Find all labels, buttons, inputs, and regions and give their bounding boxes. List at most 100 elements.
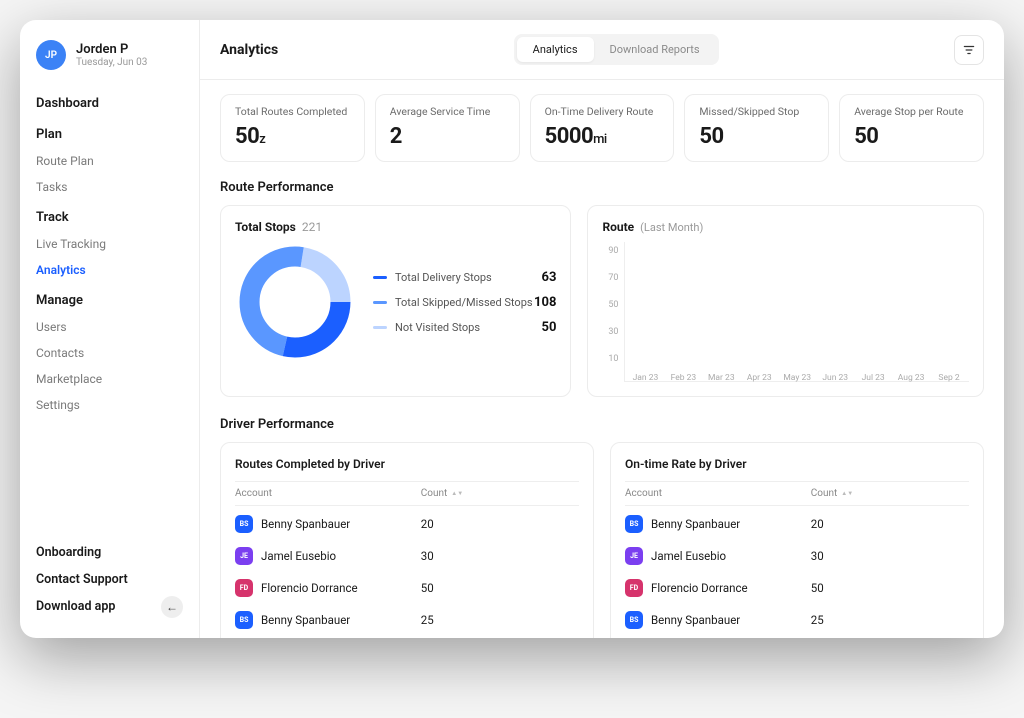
bar-column: Mar 23: [705, 367, 737, 381]
nav-item-settings[interactable]: Settings: [20, 392, 199, 418]
nav-item-analytics[interactable]: Analytics: [20, 257, 199, 283]
table-row[interactable]: BSBenny Spanbauer25: [235, 604, 579, 636]
download-app-arrow-icon[interactable]: ←: [161, 596, 183, 618]
driver-name: Benny Spanbauer: [261, 613, 350, 627]
nav-item-contacts[interactable]: Contacts: [20, 340, 199, 366]
main: Analytics Analytics Download Reports Tot…: [200, 20, 1004, 638]
filter-button[interactable]: [954, 35, 984, 65]
legend-row: Not Visited Stops 50: [373, 315, 556, 340]
col-count[interactable]: Count▲▼: [421, 488, 579, 499]
card-routes-by-driver: Routes Completed by Driver Account Count…: [220, 442, 594, 638]
legend-color: [373, 326, 387, 329]
table-row[interactable]: FDFlorencio Dorrance50: [625, 572, 969, 604]
kpi-ontime-route: On-Time Delivery Route 5000mi: [530, 94, 675, 162]
avatar: JP: [36, 40, 66, 70]
table-row[interactable]: BSBenny Spanbauer20: [625, 508, 969, 540]
legend-label: Total Skipped/Missed Stops: [395, 296, 533, 309]
table-row[interactable]: FD Florencio Dorrance 50: [235, 572, 579, 604]
driver-count: 50: [421, 581, 579, 595]
legend-label: Not Visited Stops: [395, 321, 480, 334]
col-account[interactable]: Account: [235, 488, 421, 499]
nav-item-tasks[interactable]: Tasks: [20, 174, 199, 200]
bar-column: Jun 23: [819, 367, 851, 381]
topbar: Analytics Analytics Download Reports: [200, 20, 1004, 80]
y-tick: 70: [602, 273, 618, 283]
table-row[interactable]: BSBenny Spanbauer25: [625, 604, 969, 636]
driver-count: 30: [421, 549, 579, 563]
table-row[interactable]: JEJamel Eusebio30: [235, 636, 579, 638]
sort-icon: ▲▼: [451, 492, 463, 496]
card-total-stops: Total Stops 221 Total Delivery Sto: [220, 205, 571, 397]
kpi-avg-service: Average Service Time 2: [375, 94, 520, 162]
legend-value: 108: [534, 295, 556, 310]
kpi-value: 50z: [235, 124, 350, 149]
chart-bars: Jan 23Feb 23Mar 23Apr 23May 23Jun 23Jul …: [625, 242, 969, 381]
kpi-missed-stop: Missed/Skipped Stop 50: [684, 94, 829, 162]
driver-avatar: BS: [625, 611, 643, 629]
bar-column: Feb 23: [667, 367, 699, 381]
card-title-total-stops: Total Stops 221: [235, 220, 556, 234]
bar-column: Sep 2: [933, 367, 965, 381]
kpi-value: 2: [390, 124, 505, 149]
kpi-value: 5000mi: [545, 124, 660, 149]
nav-section-dashboard[interactable]: Dashboard: [20, 86, 199, 117]
table-body: BSBenny Spanbauer20JEJamel Eusebio30FDFl…: [625, 508, 969, 638]
driver-avatar: FD: [235, 579, 253, 597]
table-title: On-time Rate by Driver: [625, 457, 969, 471]
kpi-value: 50: [854, 124, 969, 149]
driver-name: Florencio Dorrance: [261, 581, 358, 595]
user-block: JP Jorden P Tuesday, Jun 03: [20, 40, 199, 86]
bar-label: Apr 23: [747, 373, 772, 383]
y-tick: 50: [602, 300, 618, 310]
kpi-value: 50: [699, 124, 814, 149]
table-title: Routes Completed by Driver: [235, 457, 579, 471]
table-row[interactable]: BSBenny Spanbauer20: [235, 508, 579, 540]
nav-section-manage: Manage: [20, 283, 199, 314]
kpi-label: Missed/Skipped Stop: [699, 105, 814, 118]
driver-name: Jamel Eusebio: [651, 549, 726, 563]
tab-group: Analytics Download Reports: [514, 34, 719, 65]
driver-avatar: BS: [625, 515, 643, 533]
driver-avatar: FD: [625, 579, 643, 597]
tab-analytics[interactable]: Analytics: [517, 37, 594, 62]
col-count[interactable]: Count▲▼: [811, 488, 969, 499]
nav-onboarding[interactable]: Onboarding: [20, 539, 199, 566]
driver-avatar: JE: [625, 547, 643, 565]
user-name: Jorden P: [76, 42, 147, 57]
kpi-total-routes: Total Routes Completed 50z: [220, 94, 365, 162]
nav-item-users[interactable]: Users: [20, 314, 199, 340]
card-ontime-by-driver: On-time Rate by Driver Account Count▲▼ B…: [610, 442, 984, 638]
table-row[interactable]: JEJamel Eusebio30: [235, 540, 579, 572]
table-row[interactable]: JE Jamel Eusebio 30: [625, 540, 969, 572]
kpi-label: Average Service Time: [390, 105, 505, 118]
nav-contact-support[interactable]: Contact Support: [20, 566, 199, 593]
bar-column: Jan 23: [629, 367, 661, 381]
legend-value: 63: [542, 270, 557, 285]
legend-color: [373, 276, 387, 279]
driver-name: Benny Spanbauer: [651, 517, 740, 531]
nav-section-plan: Plan: [20, 117, 199, 148]
nav-item-route-plan[interactable]: Route Plan: [20, 148, 199, 174]
driver-count: 25: [421, 613, 579, 627]
nav-item-marketplace[interactable]: Marketplace: [20, 366, 199, 392]
driver-count: 30: [811, 549, 969, 563]
driver-name: Florencio Dorrance: [651, 581, 748, 595]
bar-label: May 23: [783, 373, 811, 383]
legend-label: Total Delivery Stops: [395, 271, 492, 284]
donut-legend: Total Delivery Stops 63 Total Skipped/Mi…: [373, 265, 556, 340]
tab-download-reports[interactable]: Download Reports: [594, 37, 716, 62]
nav-download-app[interactable]: Download app: [20, 593, 115, 620]
table-header: Account Count▲▼: [235, 481, 579, 506]
driver-name: Jamel Eusebio: [261, 549, 336, 563]
content: Total Routes Completed 50z Average Servi…: [200, 80, 1004, 638]
kpi-label: Total Routes Completed: [235, 105, 350, 118]
legend-color: [373, 301, 387, 304]
bar-column: May 23: [781, 367, 813, 381]
card-title-route: Route (Last Month): [602, 220, 969, 234]
table-row[interactable]: JEJamel Eusebio30: [625, 636, 969, 638]
bar-label: Mar 23: [708, 373, 735, 383]
nav-item-live-tracking[interactable]: Live Tracking: [20, 231, 199, 257]
section-driver-performance: Driver Performance: [220, 417, 984, 432]
col-account[interactable]: Account: [625, 488, 811, 499]
filter-icon: [962, 43, 976, 57]
